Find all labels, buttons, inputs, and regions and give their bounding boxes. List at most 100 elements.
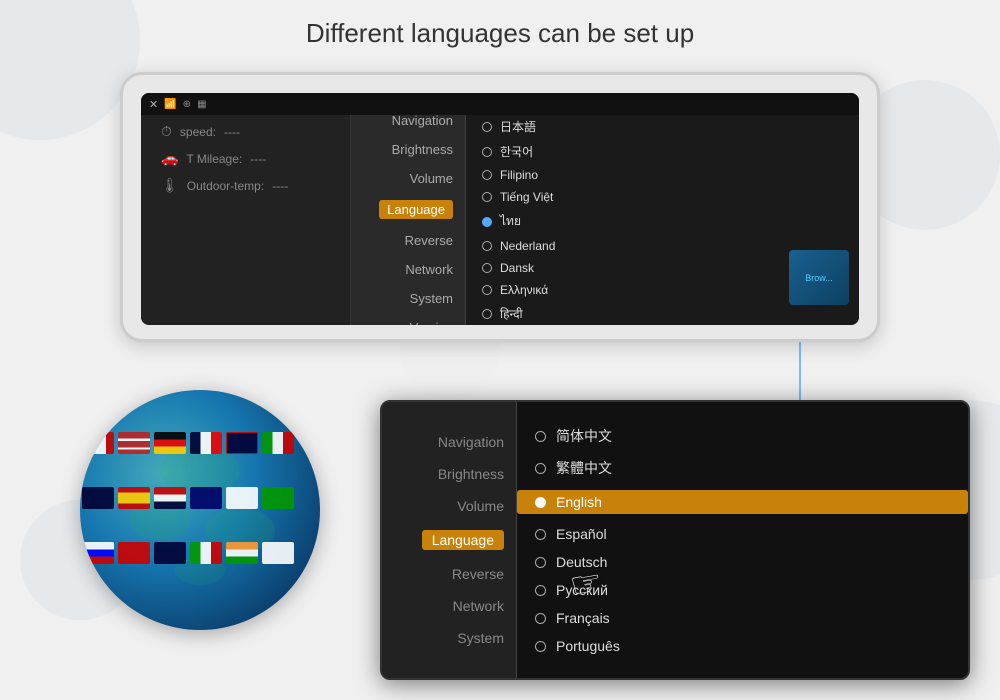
flag-australia [154,542,186,564]
lang-radio-japanese [482,122,492,132]
menu-item-system[interactable]: System [410,291,453,306]
flag-eu [82,487,114,509]
bot-menu-language[interactable]: Language [422,530,504,550]
temp-row: 🌡 Outdoor-temp: ---- [161,177,350,194]
lang-label-greek: Ελληνικά [500,283,548,297]
menu-item-language[interactable]: Language [379,200,453,219]
lang-label-danish: Dansk [500,261,534,275]
lang-label-spanish: Español [556,526,607,542]
flag-canada [82,432,114,454]
flag-japan [226,487,258,509]
speed-label: speed: [180,125,216,139]
flag-sweden [190,487,222,509]
menu-item-network[interactable]: Network [405,262,453,277]
browser-label: Brow... [805,273,833,283]
lang-radio-russian [535,585,546,596]
lang-label-portuguese: Português [556,638,620,654]
menu-item-brightness[interactable]: Brightness [392,142,453,157]
lang-radio-filipino [482,170,492,180]
mileage-row: 🚗 T Mileage: ---- [161,150,350,167]
bot-menu-network[interactable]: Network [453,598,504,614]
status-bar: ✕ 📶 ⊕ ▦ [141,93,859,115]
speed-value: ---- [224,125,240,139]
lang-label-hindi: हिन्दी [500,305,523,322]
speedometer-icon: ⏱ [161,123,172,140]
flag-uk [226,432,258,454]
temp-value: ---- [272,179,288,193]
bot-menu-brightness[interactable]: Brightness [438,466,504,482]
flag-spain [118,487,150,509]
menu-item-navigation[interactable]: Navigation [392,113,453,128]
mileage-value: ---- [250,152,266,166]
bot-menu-reverse[interactable]: Reverse [452,566,504,582]
lang-item-french[interactable]: Français [535,610,950,626]
bot-menu-system[interactable]: System [457,630,504,646]
menu-item-volume[interactable]: Volume [410,171,453,186]
car-icon: 🚗 [161,150,178,167]
lang-label-dutch: Nederland [500,239,555,253]
flag-brazil [262,487,294,509]
lang-item-simplified-chinese[interactable]: 简体中文 [535,426,950,446]
flag-usa [118,432,150,454]
bluetooth-icon: ⊕ [183,99,191,110]
menu-item-version[interactable]: Version [410,320,453,325]
lang-label-japanese: 日本語 [500,118,536,135]
browser-thumbnail: Brow... [789,250,849,305]
lang-item-hindi[interactable]: हिन्दी [482,305,843,322]
flag-france [190,432,222,454]
top-menu-panel: Navigation Brightness Volume Language Re… [351,93,466,325]
lang-item-japanese[interactable]: 日本語 [482,118,843,135]
flag-strip-mid [80,485,320,515]
mileage-label: T Mileage: [186,152,242,166]
speed-row: ⏱ speed: ---- [161,123,350,140]
globe-container [80,390,330,640]
lang-radio-english [535,497,546,508]
lang-item-filipino[interactable]: Filipino [482,168,843,182]
lang-radio-danish [482,263,492,273]
page-title: Different languages can be set up [0,18,1000,49]
flag-italy [262,432,294,454]
flag-russia [82,542,114,564]
lang-radio-spanish [535,529,546,540]
lang-label-filipino: Filipino [500,168,538,182]
lang-radio-korean [482,147,492,157]
bottom-menu-panel: Navigation Brightness Volume Language Re… [382,402,517,678]
lang-label-vietnamese: Tiếng Việt [500,190,553,204]
bot-menu-volume[interactable]: Volume [457,498,504,514]
flag-mexico [190,542,222,564]
close-icon: ✕ [149,98,158,111]
lang-radio-greek [482,285,492,295]
lang-item-portuguese[interactable]: Português [535,638,950,654]
lang-label-french: Français [556,610,610,626]
lang-radio-hindi [482,309,492,319]
flag-strip-bot [80,540,320,570]
lang-label-english: English [556,494,602,510]
flag-germany [154,432,186,454]
lang-radio-vietnamese [482,192,492,202]
lang-item-korean[interactable]: 한국어 [482,143,843,160]
lang-label-simplified-chinese: 简体中文 [556,426,612,446]
left-info-panel: ⏱ speed: ---- 🚗 T Mileage: ---- 🌡 Outdoo… [141,93,351,325]
flag-strip-top [80,430,320,460]
thermometer-icon: 🌡 [161,177,179,194]
lang-item-thai[interactable]: ไทย [482,212,843,231]
lang-label-traditional-chinese: 繁體中文 [556,458,612,478]
bot-menu-navigation[interactable]: Navigation [438,434,504,450]
signal-icon: ▦ [197,99,206,110]
lang-radio-simplified-chinese [535,431,546,442]
bottom-lang-list: 简体中文 繁體中文 English Español Deutsch Русски… [517,402,968,678]
lang-item-spanish[interactable]: Español [535,526,950,542]
globe [80,390,320,630]
lang-radio-thai [482,217,492,227]
top-device: ✕ 📶 ⊕ ▦ ⏱ speed: ---- 🚗 T Mileage: ---- … [120,72,880,342]
lang-item-vietnamese[interactable]: Tiếng Việt [482,190,843,204]
lang-radio-french [535,613,546,624]
flag-india [226,542,258,564]
lang-item-english[interactable]: English [517,490,968,514]
flag-china [118,542,150,564]
wifi-icon: 📶 [164,99,176,110]
menu-item-reverse[interactable]: Reverse [405,233,453,248]
bottom-language-panel: Navigation Brightness Volume Language Re… [380,400,970,680]
lang-item-traditional-chinese[interactable]: 繁體中文 [535,458,950,478]
temp-label: Outdoor-temp: [187,179,264,193]
